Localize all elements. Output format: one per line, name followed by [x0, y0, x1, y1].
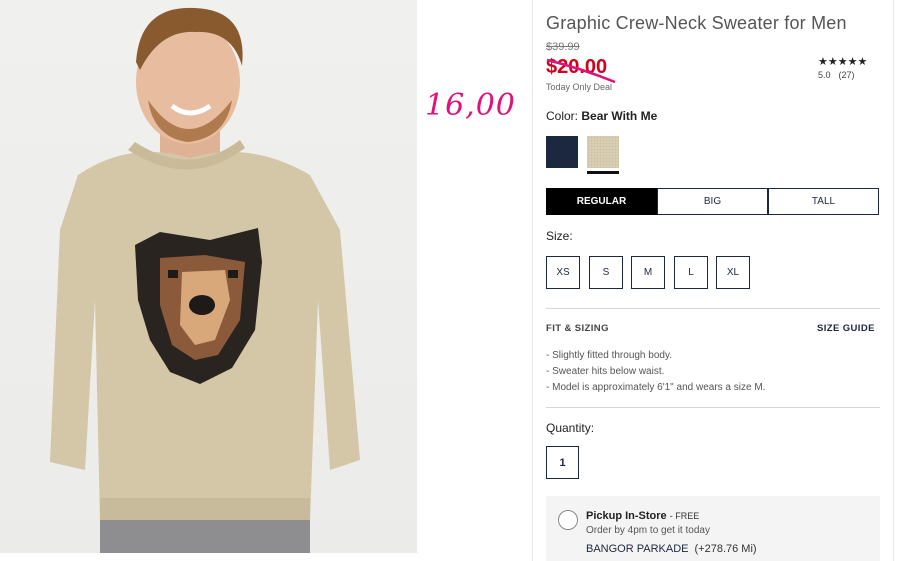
size-guide-link[interactable]: SIZE GUIDE [817, 323, 875, 334]
size-l-button[interactable]: L [674, 256, 708, 289]
store-distance: (+278.76 Mi) [694, 543, 757, 555]
pickup-title: Pickup In-Store - FREE [586, 510, 700, 522]
quantity-selector[interactable]: 1 [546, 446, 579, 479]
product-details-panel: Graphic Crew-Neck Sweater for Men $39.99… [532, 0, 894, 561]
list-item: - Sweater hits below waist. [546, 366, 665, 377]
pickup-free-label: - FREE [669, 511, 700, 521]
color-label: Color: Bear With Me [546, 109, 657, 123]
fit-big-button[interactable]: BIG [657, 188, 768, 215]
rating-stars[interactable]: ★★★★★ [818, 55, 867, 68]
product-title: Graphic Crew-Neck Sweater for Men [546, 13, 847, 33]
section-divider [546, 308, 880, 309]
list-item: - Model is approximately 6'1" and wears … [546, 382, 766, 393]
pickup-subtitle: Order by 4pm to get it today [586, 525, 710, 536]
pickup-radio[interactable] [558, 510, 578, 530]
size-xs-button[interactable]: XS [546, 256, 580, 289]
pickup-store[interactable]: BANGOR PARKADE (+278.76 Mi) [586, 543, 757, 555]
store-name: BANGOR PARKADE [586, 543, 689, 555]
section-divider [546, 407, 880, 408]
rating-value: 5.0 [818, 70, 831, 80]
quantity-label: Quantity: [546, 421, 595, 435]
swatch-tan[interactable] [587, 136, 619, 168]
list-item: - Slightly fitted through body. [546, 350, 672, 361]
rating-summary[interactable]: 5.0 (27) [818, 70, 855, 80]
fit-tall-button[interactable]: TALL [768, 188, 879, 215]
original-price: $39.99 [546, 41, 580, 53]
fit-regular-button[interactable]: REGULAR [546, 188, 657, 215]
selected-color-name: Bear With Me [581, 109, 658, 123]
selected-swatch-indicator [587, 171, 619, 174]
size-xl-button[interactable]: XL [716, 256, 750, 289]
swatch-navy[interactable] [546, 136, 578, 168]
fit-details-list: - Slightly fitted through body. - Sweate… [546, 348, 765, 396]
pickup-option[interactable]: Pickup In-Store - FREE Order by 4pm to g… [546, 496, 880, 561]
color-label-text: Color: [546, 109, 579, 123]
deal-label: Today Only Deal [546, 82, 613, 92]
size-label: Size: [546, 229, 573, 243]
review-count: (27) [838, 70, 855, 80]
fit-sizing-heading: FIT & SIZING [546, 323, 609, 334]
price-annotation: 16,00 [425, 88, 516, 123]
size-s-button[interactable]: S [589, 256, 623, 289]
product-image [0, 0, 417, 553]
model-illustration [50, 7, 360, 553]
size-m-button[interactable]: M [631, 256, 665, 289]
